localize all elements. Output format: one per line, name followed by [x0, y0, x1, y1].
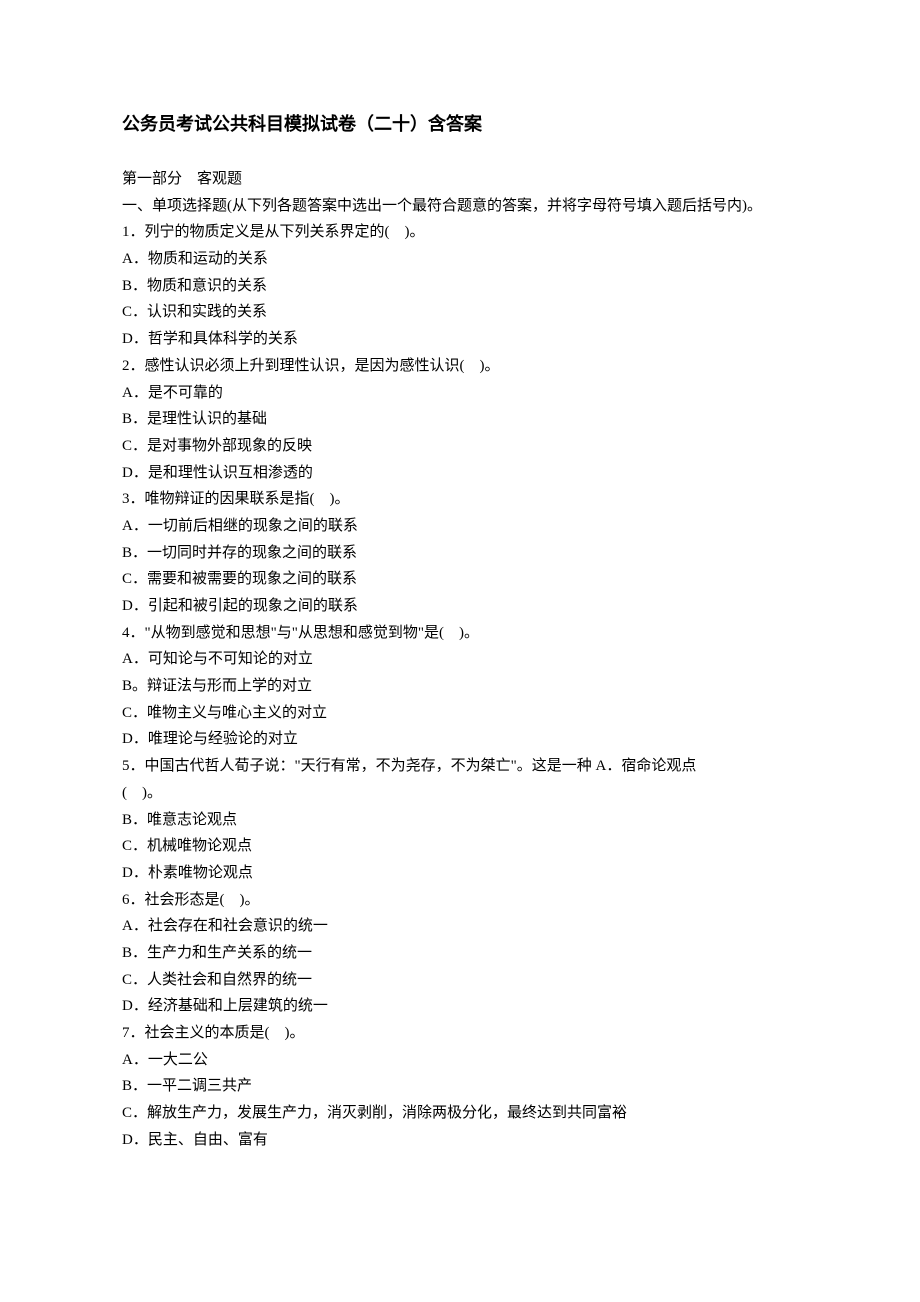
question-option: A．可知论与不可知论的对立	[122, 646, 798, 673]
document-page: 公务员考试公共科目模拟试卷（二十）含答案 第一部分 客观题 一、单项选择题(从下…	[0, 0, 920, 1302]
question-stem: 3．唯物辩证的因果联系是指( )。	[122, 486, 798, 513]
question-option: A．是不可靠的	[122, 380, 798, 407]
question-option: C．是对事物外部现象的反映	[122, 433, 798, 460]
question-option: B．一平二调三共产	[122, 1073, 798, 1100]
question-option: C．需要和被需要的现象之间的联系	[122, 566, 798, 593]
question-option: B．一切同时并存的现象之间的联系	[122, 540, 798, 567]
question-option: D．引起和被引起的现象之间的联系	[122, 593, 798, 620]
question-option: D．经济基础和上层建筑的统一	[122, 993, 798, 1020]
question-option: D．哲学和具体科学的关系	[122, 326, 798, 353]
question-stem: 1．列宁的物质定义是从下列关系界定的( )。	[122, 219, 798, 246]
question-option: B．是理性认识的基础	[122, 406, 798, 433]
question-option: C．解放生产力，发展生产力，消灭剥削，消除两极分化，最终达到共同富裕	[122, 1100, 798, 1127]
question-stem: 4．"从物到感觉和思想"与"从思想和感觉到物"是( )。	[122, 620, 798, 647]
question-option: B．唯意志论观点	[122, 807, 798, 834]
question-option: A．一大二公	[122, 1047, 798, 1074]
question-option: C．唯物主义与唯心主义的对立	[122, 700, 798, 727]
question-stem-continuation: ( )。	[122, 780, 798, 807]
question-option: A．社会存在和社会意识的统一	[122, 913, 798, 940]
question-stem: 7．社会主义的本质是( )。	[122, 1020, 798, 1047]
question-option: D．朴素唯物论观点	[122, 860, 798, 887]
question-option: C．机械唯物论观点	[122, 833, 798, 860]
question-stem: 2．感性认识必须上升到理性认识，是因为感性认识( )。	[122, 353, 798, 380]
question-option: B．生产力和生产关系的统一	[122, 940, 798, 967]
question-option: A．物质和运动的关系	[122, 246, 798, 273]
question-option: B。辩证法与形而上学的对立	[122, 673, 798, 700]
section-instruction: 一、单项选择题(从下列各题答案中选出一个最符合题意的答案，并将字母符号填入题后括…	[122, 193, 798, 220]
question-option: D．民主、自由、富有	[122, 1127, 798, 1154]
question-option: D．是和理性认识互相渗透的	[122, 460, 798, 487]
question-option: D．唯理论与经验论的对立	[122, 726, 798, 753]
question-stem: 6．社会形态是( )。	[122, 887, 798, 914]
question-option: A．一切前后相继的现象之间的联系	[122, 513, 798, 540]
question-option: C．人类社会和自然界的统一	[122, 967, 798, 994]
part-heading: 第一部分 客观题	[122, 166, 798, 193]
question-stem: 5．中国古代哲人荀子说："天行有常，不为尧存，不为桀亡"。这是一种 A．宿命论观…	[122, 753, 798, 780]
question-option: C．认识和实践的关系	[122, 299, 798, 326]
question-option: B．物质和意识的关系	[122, 273, 798, 300]
document-title: 公务员考试公共科目模拟试卷（二十）含答案	[122, 108, 798, 140]
